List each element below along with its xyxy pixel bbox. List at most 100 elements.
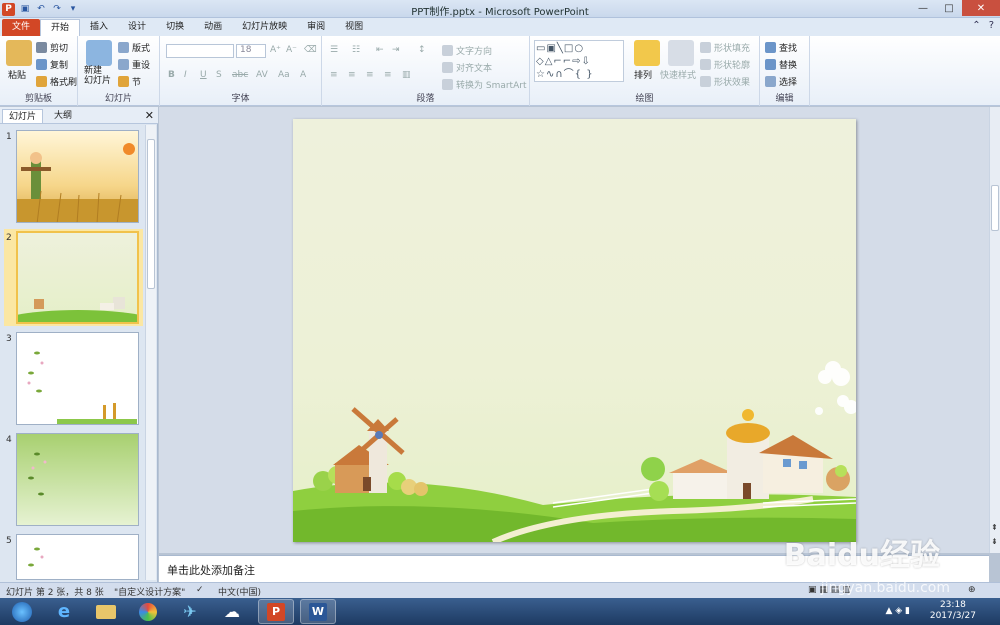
justify-icon[interactable]: ≡ [384, 70, 392, 80]
new-slide-button[interactable]: 新建 幻灯片 [84, 66, 111, 86]
bullets-icon[interactable]: ☰ [330, 45, 338, 55]
slide-scrollbar[interactable]: ⇞ ⇟ [989, 107, 1000, 553]
close-button[interactable]: ✕ [962, 0, 1000, 16]
ie-icon[interactable]: e [46, 599, 82, 624]
increase-indent-icon[interactable]: ⇥ [392, 45, 400, 55]
cloud-app-icon[interactable]: ☁ [214, 599, 250, 624]
thumbnail-scrollbar[interactable] [145, 125, 156, 580]
tab-home[interactable]: 开始 [40, 19, 81, 36]
numbering-icon[interactable]: ☷ [352, 45, 360, 55]
tab-view[interactable]: 视图 [335, 19, 373, 36]
char-spacing-icon[interactable]: AV [256, 70, 268, 80]
slide-thumbnail-4[interactable] [16, 433, 139, 526]
replace-icon [765, 59, 776, 70]
prev-slide-icon[interactable]: ⇞ [991, 523, 998, 532]
minimize-ribbon-icon[interactable]: ⌃ [972, 20, 980, 31]
group-label-clipboard: 剪贴板 [24, 94, 52, 104]
font-size-field[interactable]: 18 [236, 44, 266, 58]
close-pane-icon[interactable]: ✕ [145, 109, 154, 122]
text-direction-button[interactable]: 文字方向 [442, 44, 492, 57]
shape-outline-button[interactable]: 形状轮廓 [700, 58, 750, 71]
tab-review[interactable]: 审阅 [297, 19, 335, 36]
shape-fill-button[interactable]: 形状填充 [700, 41, 750, 54]
quick-styles-icon[interactable] [668, 40, 694, 66]
cut-button[interactable]: 剪切 [36, 41, 68, 54]
zoom-in-icon[interactable]: ⊕ [968, 585, 976, 595]
powerpoint-taskbar-icon[interactable]: P [258, 599, 294, 624]
quick-styles-button[interactable]: 快速样式 [660, 68, 696, 81]
format-painter-button[interactable]: 格式刷 [36, 75, 77, 88]
ribbon: 粘贴 剪切 复制 格式刷 剪贴板 新建 幻灯片 版式 重设 节 幻灯片 18 A… [0, 36, 1000, 106]
window-title: PPT制作.pptx - Microsoft PowerPoint [411, 7, 589, 18]
bold-icon[interactable]: B [168, 70, 175, 80]
paste-icon[interactable] [6, 40, 32, 66]
tab-file[interactable]: 文件 [2, 19, 41, 36]
align-right-icon[interactable]: ≡ [366, 70, 374, 80]
windmill-landscape-mini [18, 297, 137, 322]
reset-button[interactable]: 重设 [118, 58, 150, 71]
start-button[interactable] [4, 599, 40, 624]
clear-format-icon[interactable]: ⌫ [304, 45, 317, 55]
smartart-button[interactable]: 转换为 SmartArt [442, 78, 526, 91]
slide-thumbnail-1[interactable] [16, 130, 139, 223]
font-name-field[interactable] [166, 44, 234, 58]
scrollbar-thumb[interactable] [147, 139, 155, 289]
tab-slideshow[interactable]: 幻灯片放映 [232, 19, 297, 36]
layout-button[interactable]: 版式 [118, 41, 150, 54]
slide-scrollbar-thumb[interactable] [991, 185, 999, 231]
tab-transitions[interactable]: 切换 [156, 19, 194, 36]
new-slide-icon[interactable] [86, 40, 112, 66]
find-button[interactable]: 查找 [765, 41, 797, 54]
browser-icon[interactable] [130, 599, 166, 624]
theme-name: "自定义设计方案" [114, 588, 186, 598]
explorer-icon[interactable] [88, 599, 124, 624]
copy-button[interactable]: 复制 [36, 58, 68, 71]
grow-font-icon[interactable]: A⁺ [270, 45, 281, 55]
next-slide-icon[interactable]: ⇟ [991, 537, 998, 546]
tab-outline[interactable]: 大纲 [48, 109, 78, 123]
line-spacing-icon[interactable]: ↕ [418, 45, 426, 55]
strikethrough-icon[interactable]: abc [232, 70, 248, 80]
windmill-landscape-illustration [293, 361, 856, 542]
minimize-button[interactable]: — [910, 0, 936, 16]
change-case-icon[interactable]: Aa [278, 70, 290, 80]
system-clock[interactable]: 23:18 2017/3/27 [930, 600, 976, 622]
spellcheck-icon[interactable]: ✓ [196, 585, 204, 595]
shapes-gallery[interactable]: ▭▣╲□○ ◇△⌐⌐⇨⇩ ☆∿∩⌒{ } [534, 40, 624, 82]
select-button[interactable]: 选择 [765, 75, 797, 88]
replace-button[interactable]: 替换 [765, 58, 797, 71]
tray-icons[interactable]: ▲ ◈ ▮ [885, 606, 910, 616]
slide-thumbnail-2[interactable] [16, 231, 139, 324]
help-area: ⌃ ? [972, 20, 994, 31]
slide-thumbnail-5[interactable] [16, 534, 139, 580]
italic-icon[interactable]: I [184, 70, 187, 80]
align-center-icon[interactable]: ≡ [348, 70, 356, 80]
leaves-illustration-5 [28, 547, 44, 567]
section-button[interactable]: 节 [118, 75, 141, 88]
font-color-icon[interactable]: A [300, 70, 306, 80]
shadow-icon[interactable]: S [216, 70, 222, 80]
tab-insert[interactable]: 插入 [80, 19, 118, 36]
bird-app-icon[interactable]: ✈ [172, 599, 208, 624]
tab-design[interactable]: 设计 [118, 19, 156, 36]
arrange-icon[interactable] [634, 40, 660, 66]
slide-thumbnail-3[interactable] [16, 332, 139, 425]
effects-icon [700, 76, 711, 87]
shape-effects-button[interactable]: 形状效果 [700, 75, 750, 88]
columns-icon[interactable]: ▥ [402, 70, 411, 80]
language-indicator[interactable]: 中文(中国) [218, 585, 261, 598]
shrink-font-icon[interactable]: A⁻ [286, 45, 297, 55]
current-slide[interactable] [293, 119, 856, 542]
align-left-icon[interactable]: ≡ [330, 70, 338, 80]
tab-slides[interactable]: 幻灯片 [2, 109, 44, 123]
layout-label: 版式 [132, 44, 151, 54]
paste-button[interactable]: 粘贴 [8, 68, 26, 81]
arrange-button[interactable]: 排列 [634, 68, 652, 81]
align-text-button[interactable]: 对齐文本 [442, 61, 492, 74]
help-icon[interactable]: ? [989, 20, 994, 31]
decrease-indent-icon[interactable]: ⇤ [376, 45, 384, 55]
maximize-button[interactable]: □ [936, 0, 962, 16]
tab-animations[interactable]: 动画 [194, 19, 232, 36]
underline-icon[interactable]: U [200, 70, 207, 80]
word-taskbar-icon[interactable]: W [300, 599, 336, 624]
